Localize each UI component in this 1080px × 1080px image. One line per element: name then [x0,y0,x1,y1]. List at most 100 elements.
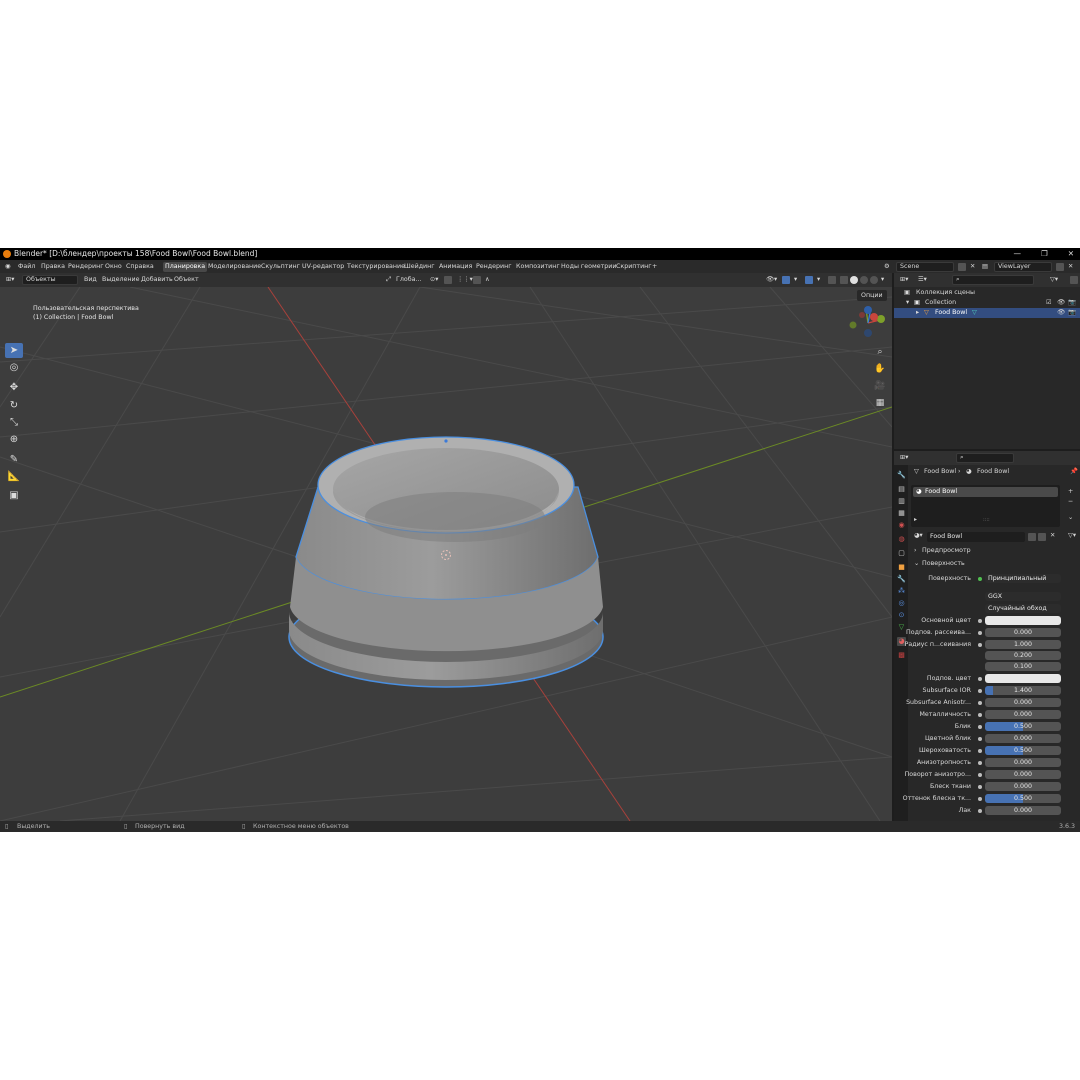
maximize-icon[interactable]: ❐ [1041,248,1048,260]
surface-shader-field[interactable]: Принципиальный BSDF [985,574,1061,583]
scene-icon[interactable]: ⚙ [882,262,892,272]
material-name-field[interactable]: Food Bowl [927,532,1025,542]
outliner-search-input[interactable]: ⌕ [952,275,1034,285]
surface-panel-header[interactable]: ⌄ Поверхность [912,559,1072,569]
object-expand-icon[interactable]: ▸ [916,308,919,318]
socket-dot-icon[interactable] [978,785,982,789]
outliner-object-row[interactable]: ▸ ▽ Food Bowl ▽ 👁 📷 [894,308,1080,318]
scene-tab-icon[interactable]: ◉ [897,521,906,530]
socket-dot-icon[interactable] [978,643,982,647]
camera-icon[interactable]: 🎥 [873,379,887,393]
outliner-editor-type-icon[interactable]: ⊞▾ [898,275,910,285]
menu-file[interactable]: Файл [16,262,37,272]
tab-texture-paint[interactable]: Текстурирование [345,262,407,272]
food-bowl-object[interactable] [288,436,604,688]
menu-view[interactable]: Вид [82,275,99,285]
base-color-field[interactable] [985,616,1061,625]
tab-layout[interactable]: Планировка [163,262,208,272]
collection-eye-icon[interactable]: 👁 [1057,298,1065,308]
rendered-shading-icon[interactable] [870,276,878,284]
specular-tint-field[interactable]: 0.000 [985,734,1061,743]
move-tool-icon[interactable]: ✥ [5,380,23,395]
menu-window[interactable]: Окно [103,262,124,272]
proportional-edit-icon[interactable] [473,276,481,284]
collection-expand-icon[interactable]: ▾ [906,298,909,308]
preview-panel-header[interactable]: › Предпросмотр [912,546,1072,556]
blender-menu-icon[interactable]: ◉ [3,262,13,272]
subsurface-anisotropy-field[interactable]: 0.000 [985,698,1061,707]
material-slot-item[interactable]: ◕ Food Bowl [913,487,1058,497]
roughness-field[interactable]: 0.500 [985,746,1061,755]
tab-modeling[interactable]: Моделирование [206,262,263,272]
transform-tool-icon[interactable]: ⊕ [5,432,23,447]
add-slot-icon[interactable]: + [1066,487,1075,497]
minimize-icon[interactable]: — [1013,248,1021,260]
socket-dot-icon[interactable] [978,761,982,765]
collection-tab-icon[interactable]: ▢ [897,549,906,558]
viewlayer-copy-icon[interactable] [1056,263,1064,271]
sheen-field[interactable]: 0.000 [985,782,1061,791]
tab-geometry-nodes[interactable]: Ноды геометрии [559,262,618,272]
scene-delete-icon[interactable]: ✕ [968,262,977,272]
slot-list-resize-handle[interactable]: :::: [983,517,990,523]
socket-dot-icon[interactable] [978,749,982,753]
subsurface-field[interactable]: 0.000 [985,628,1061,637]
properties-editor-type-icon[interactable]: ⊞▾ [898,453,910,463]
snap-icon[interactable] [444,276,452,284]
navigation-gizmo[interactable] [846,303,888,343]
object-eye-icon[interactable]: 👁 [1057,308,1065,318]
cursor-tool-icon[interactable]: ◎ [5,360,23,375]
metallic-field[interactable]: 0.000 [985,710,1061,719]
options-button[interactable]: Опции [857,290,887,301]
select-tool-icon[interactable]: ➤ [5,343,23,358]
pan-hand-icon[interactable]: ✋ [873,362,887,376]
browse-material-icon[interactable]: ◕▾ [912,531,925,541]
add-workspace-icon[interactable]: + [650,262,659,272]
editor-type-icon[interactable]: ⊞▾ [4,275,16,285]
scene-copy-icon[interactable] [958,263,966,271]
zoom-icon[interactable]: ⌕ [873,345,887,359]
tab-uv-editing[interactable]: UV-редактор [300,262,346,272]
remove-slot-icon[interactable]: − [1066,497,1075,507]
tab-animation[interactable]: Анимация [437,262,474,272]
viewlayer-selector[interactable]: ViewLayer [994,262,1052,272]
socket-dot-icon[interactable] [978,619,982,623]
tab-shading[interactable]: Шейдинг [402,262,437,272]
scale-tool-icon[interactable]: ⤡ [5,415,23,430]
socket-dot-icon[interactable] [978,631,982,635]
filter-icon[interactable]: ▽▾ [1048,275,1060,285]
socket-dot-icon[interactable] [978,701,982,705]
overlay-toggle-icon[interactable] [805,276,813,284]
collection-checkbox-icon[interactable]: ☑ [1046,298,1052,308]
gizmo-toggle-icon[interactable] [782,276,790,284]
menu-help[interactable]: Справка [124,262,156,272]
view-layer-tab-icon[interactable]: ▦ [897,509,906,518]
new-collection-icon[interactable] [1070,276,1078,284]
visibility-icon[interactable]: 👁▾ [764,275,779,285]
socket-dot-icon[interactable] [978,737,982,741]
menu-object[interactable]: Объект [172,275,201,285]
socket-dot-icon[interactable] [978,713,982,717]
material-shading-icon[interactable] [860,276,868,284]
add-cube-tool-icon[interactable]: ▣ [5,488,23,503]
falloff-icon[interactable]: ∧ [483,275,492,285]
clearcoat-field[interactable]: 0.000 [985,806,1061,815]
subsurface-radius-y-field[interactable]: 0.200 [985,651,1061,660]
socket-dot-icon[interactable] [978,797,982,801]
anisotropic-rotation-field[interactable]: 0.000 [985,770,1061,779]
viewlayer-delete-icon[interactable]: ✕ [1066,262,1075,272]
tab-compositing[interactable]: Композитинг [514,262,562,272]
output-tab-icon[interactable]: ▥ [897,497,906,506]
specular-field[interactable]: 0.500 [985,722,1061,731]
collection-camera-icon[interactable]: 📷 [1068,298,1076,308]
tool-tab-icon[interactable]: 🔧 [897,471,906,480]
distribution-select[interactable]: GGX [985,592,1061,601]
tab-scripting[interactable]: Скриптинг [614,262,654,272]
viewlayer-icon[interactable]: ▤ [980,262,990,272]
anisotropic-field[interactable]: 0.000 [985,758,1061,767]
orientation-icon[interactable]: ⤢ [384,275,393,285]
sheen-tint-field[interactable]: 0.500 [985,794,1061,803]
close-icon[interactable]: ✕ [1068,248,1074,260]
pivot-icon[interactable]: ⊙▾ [428,275,440,285]
scene-selector[interactable]: Scene [896,262,954,272]
